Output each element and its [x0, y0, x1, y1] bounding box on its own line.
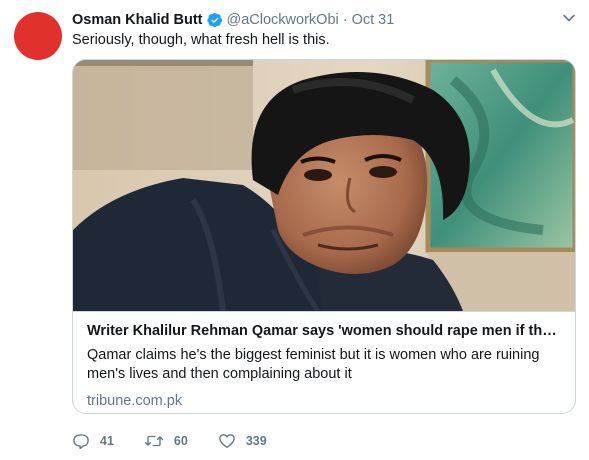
card-description: Qamar claims he's the biggest feminist b…	[87, 347, 540, 382]
tweet-header: Osman Khalid Butt @aClockworkObi · Oct 3…	[72, 10, 559, 30]
card-title[interactable]: Writer Khalilur Rehman Qamar says 'women…	[87, 322, 561, 340]
card-body[interactable]: Writer Khalilur Rehman Qamar says 'women…	[73, 311, 575, 413]
reply-icon	[73, 434, 89, 450]
like-button[interactable]: 339	[218, 432, 267, 450]
author-handle[interactable]: @aClockworkObi	[227, 12, 339, 28]
retweet-icon	[144, 435, 163, 447]
author-name[interactable]: Osman Khalid Butt	[72, 12, 203, 28]
tweet-actions: 41 60 339	[72, 432, 297, 450]
tweet-text: Seriously, though, what fresh hell is th…	[72, 32, 330, 48]
retweet-button[interactable]: 60	[144, 432, 188, 450]
tweet[interactable]: Osman Khalid Butt @aClockworkObi · Oct 3…	[0, 0, 589, 460]
tweet-date[interactable]: Oct 31	[352, 12, 395, 28]
verified-badge-icon	[206, 13, 222, 27]
card-image[interactable]	[73, 60, 575, 311]
like-count: 339	[245, 434, 267, 448]
retweet-count: 60	[173, 434, 188, 448]
separator-dot: ·	[342, 12, 348, 28]
link-card[interactable]: Writer Khalilur Rehman Qamar says 'women…	[72, 59, 576, 414]
chevron-down-icon[interactable]	[561, 10, 577, 26]
card-photo	[73, 60, 575, 311]
reply-button[interactable]: 41	[72, 432, 114, 450]
avatar[interactable]	[14, 12, 62, 60]
reply-count: 41	[100, 434, 114, 448]
card-domain: tribune.com.pk	[87, 393, 183, 409]
heart-icon	[219, 434, 235, 449]
